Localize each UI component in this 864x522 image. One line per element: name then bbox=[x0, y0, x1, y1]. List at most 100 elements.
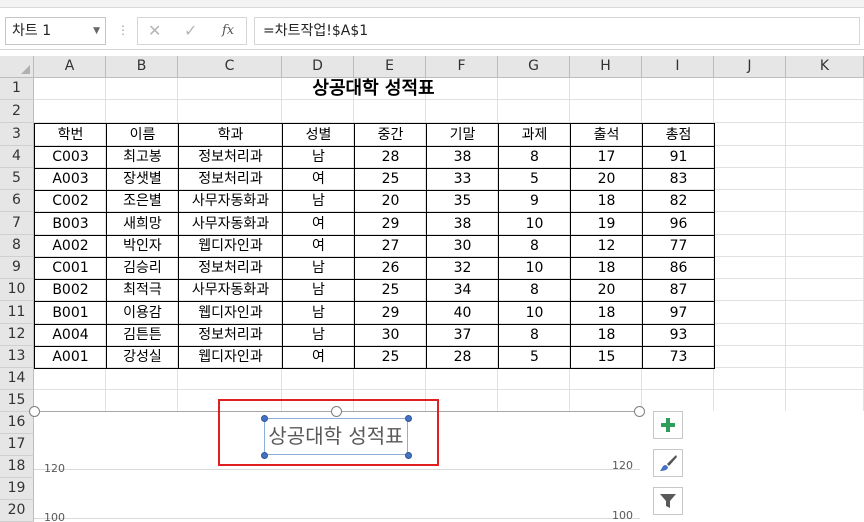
table-cell[interactable]: 73 bbox=[642, 346, 715, 369]
row-header-2[interactable]: 2 bbox=[0, 100, 34, 123]
column-header-j[interactable]: J bbox=[714, 56, 786, 78]
table-cell[interactable]: 40 bbox=[426, 301, 499, 325]
table-cell[interactable]: 32 bbox=[426, 257, 499, 280]
table-cell[interactable]: 5 bbox=[498, 168, 571, 191]
table-cell[interactable]: 여 bbox=[282, 212, 355, 236]
table-header-cell[interactable]: 기말 bbox=[426, 123, 499, 147]
table-cell[interactable]: 사무자동화과 bbox=[178, 190, 283, 213]
table-cell[interactable]: 96 bbox=[642, 212, 715, 236]
table-cell[interactable]: 77 bbox=[642, 235, 715, 258]
table-cell[interactable]: 8 bbox=[498, 279, 571, 302]
table-cell[interactable]: 남 bbox=[282, 146, 355, 169]
table-header-cell[interactable]: 학과 bbox=[178, 123, 283, 147]
table-cell[interactable]: 30 bbox=[354, 324, 427, 347]
table-cell[interactable]: 조은별 bbox=[106, 190, 179, 213]
table-cell[interactable]: 10 bbox=[498, 301, 571, 325]
cell[interactable] bbox=[714, 346, 786, 368]
cell[interactable] bbox=[498, 368, 570, 390]
cell[interactable] bbox=[786, 235, 864, 257]
row-header-10[interactable]: 10 bbox=[0, 279, 34, 301]
row-header-11[interactable]: 11 bbox=[0, 301, 34, 324]
row-header-16[interactable]: 16 bbox=[0, 412, 34, 434]
table-cell[interactable]: 12 bbox=[570, 235, 643, 258]
table-cell[interactable]: 남 bbox=[282, 279, 355, 302]
table-cell[interactable]: 장샛별 bbox=[106, 168, 179, 191]
table-cell[interactable]: 33 bbox=[426, 168, 499, 191]
cell[interactable] bbox=[426, 368, 498, 390]
table-header-cell[interactable]: 중간 bbox=[354, 123, 427, 147]
cell[interactable] bbox=[106, 390, 178, 412]
table-cell[interactable]: A002 bbox=[34, 235, 107, 258]
column-header-d[interactable]: D bbox=[282, 56, 354, 78]
table-cell[interactable]: 5 bbox=[498, 346, 571, 369]
cell[interactable] bbox=[642, 100, 714, 123]
cell[interactable] bbox=[714, 301, 786, 324]
table-header-cell[interactable]: 성별 bbox=[282, 123, 355, 147]
table-cell[interactable]: 정보처리과 bbox=[178, 324, 283, 347]
table-cell[interactable]: 29 bbox=[354, 212, 427, 236]
table-cell[interactable]: 김승리 bbox=[106, 257, 179, 280]
table-cell[interactable]: 10 bbox=[498, 257, 571, 280]
table-header-cell[interactable]: 학번 bbox=[34, 123, 107, 147]
cell[interactable] bbox=[786, 390, 864, 412]
table-cell[interactable]: 정보처리과 bbox=[178, 257, 283, 280]
cell[interactable] bbox=[786, 146, 864, 168]
cell[interactable] bbox=[714, 190, 786, 212]
table-cell[interactable]: 여 bbox=[282, 235, 355, 258]
table-cell[interactable]: 20 bbox=[570, 168, 643, 191]
cell[interactable] bbox=[34, 368, 106, 390]
row-header-18[interactable]: 18 bbox=[0, 456, 34, 478]
cell[interactable] bbox=[714, 100, 786, 123]
column-header-a[interactable]: A bbox=[34, 56, 106, 78]
table-cell[interactable]: 웹디자인과 bbox=[178, 235, 283, 258]
table-cell[interactable]: 여 bbox=[282, 346, 355, 369]
table-cell[interactable]: 8 bbox=[498, 146, 571, 169]
chart-styles-button[interactable] bbox=[653, 449, 683, 477]
table-cell[interactable]: 20 bbox=[354, 190, 427, 213]
row-header-14[interactable]: 14 bbox=[0, 368, 34, 390]
cell[interactable] bbox=[786, 368, 864, 390]
table-cell[interactable]: 26 bbox=[354, 257, 427, 280]
cell[interactable] bbox=[498, 100, 570, 123]
cell[interactable] bbox=[714, 368, 786, 390]
table-cell[interactable]: 남 bbox=[282, 324, 355, 347]
chevron-down-icon[interactable]: ▼ bbox=[93, 18, 100, 44]
table-cell[interactable]: 9 bbox=[498, 190, 571, 213]
table-cell[interactable]: 18 bbox=[570, 190, 643, 213]
cell[interactable] bbox=[786, 123, 864, 146]
row-header-6[interactable]: 6 bbox=[0, 190, 34, 212]
column-header-b[interactable]: B bbox=[106, 56, 178, 78]
table-cell[interactable]: 새희망 bbox=[106, 212, 179, 236]
table-cell[interactable]: 김튼튼 bbox=[106, 324, 179, 347]
table-cell[interactable]: C003 bbox=[34, 146, 107, 169]
table-cell[interactable]: A001 bbox=[34, 346, 107, 369]
table-cell[interactable]: 30 bbox=[426, 235, 499, 258]
table-cell[interactable]: 25 bbox=[354, 168, 427, 191]
cell[interactable] bbox=[178, 368, 282, 390]
cell[interactable] bbox=[426, 100, 498, 123]
table-cell[interactable]: 웹디자인과 bbox=[178, 346, 283, 369]
cell[interactable] bbox=[282, 368, 354, 390]
cell[interactable] bbox=[786, 100, 864, 123]
table-cell[interactable]: 강성실 bbox=[106, 346, 179, 369]
table-cell[interactable]: 87 bbox=[642, 279, 715, 302]
cell[interactable] bbox=[714, 390, 786, 412]
cancel-icon[interactable]: ✕ bbox=[148, 21, 161, 40]
table-cell[interactable]: 25 bbox=[354, 346, 427, 369]
row-header-5[interactable]: 5 bbox=[0, 168, 34, 190]
table-cell[interactable]: 15 bbox=[570, 346, 643, 369]
column-header-e[interactable]: E bbox=[354, 56, 426, 78]
row-header-1[interactable]: 1 bbox=[0, 78, 34, 100]
chart-elements-button[interactable] bbox=[653, 411, 683, 439]
table-cell[interactable]: 남 bbox=[282, 301, 355, 325]
cell[interactable] bbox=[786, 168, 864, 190]
cell[interactable] bbox=[714, 212, 786, 235]
table-cell[interactable]: 38 bbox=[426, 212, 499, 236]
cell[interactable] bbox=[642, 390, 714, 412]
table-cell[interactable]: 남 bbox=[282, 257, 355, 280]
table-header-cell[interactable]: 출석 bbox=[570, 123, 643, 147]
row-header-12[interactable]: 12 bbox=[0, 324, 34, 346]
cell[interactable] bbox=[498, 390, 570, 412]
table-header-cell[interactable]: 총점 bbox=[642, 123, 715, 147]
cell[interactable] bbox=[642, 368, 714, 390]
